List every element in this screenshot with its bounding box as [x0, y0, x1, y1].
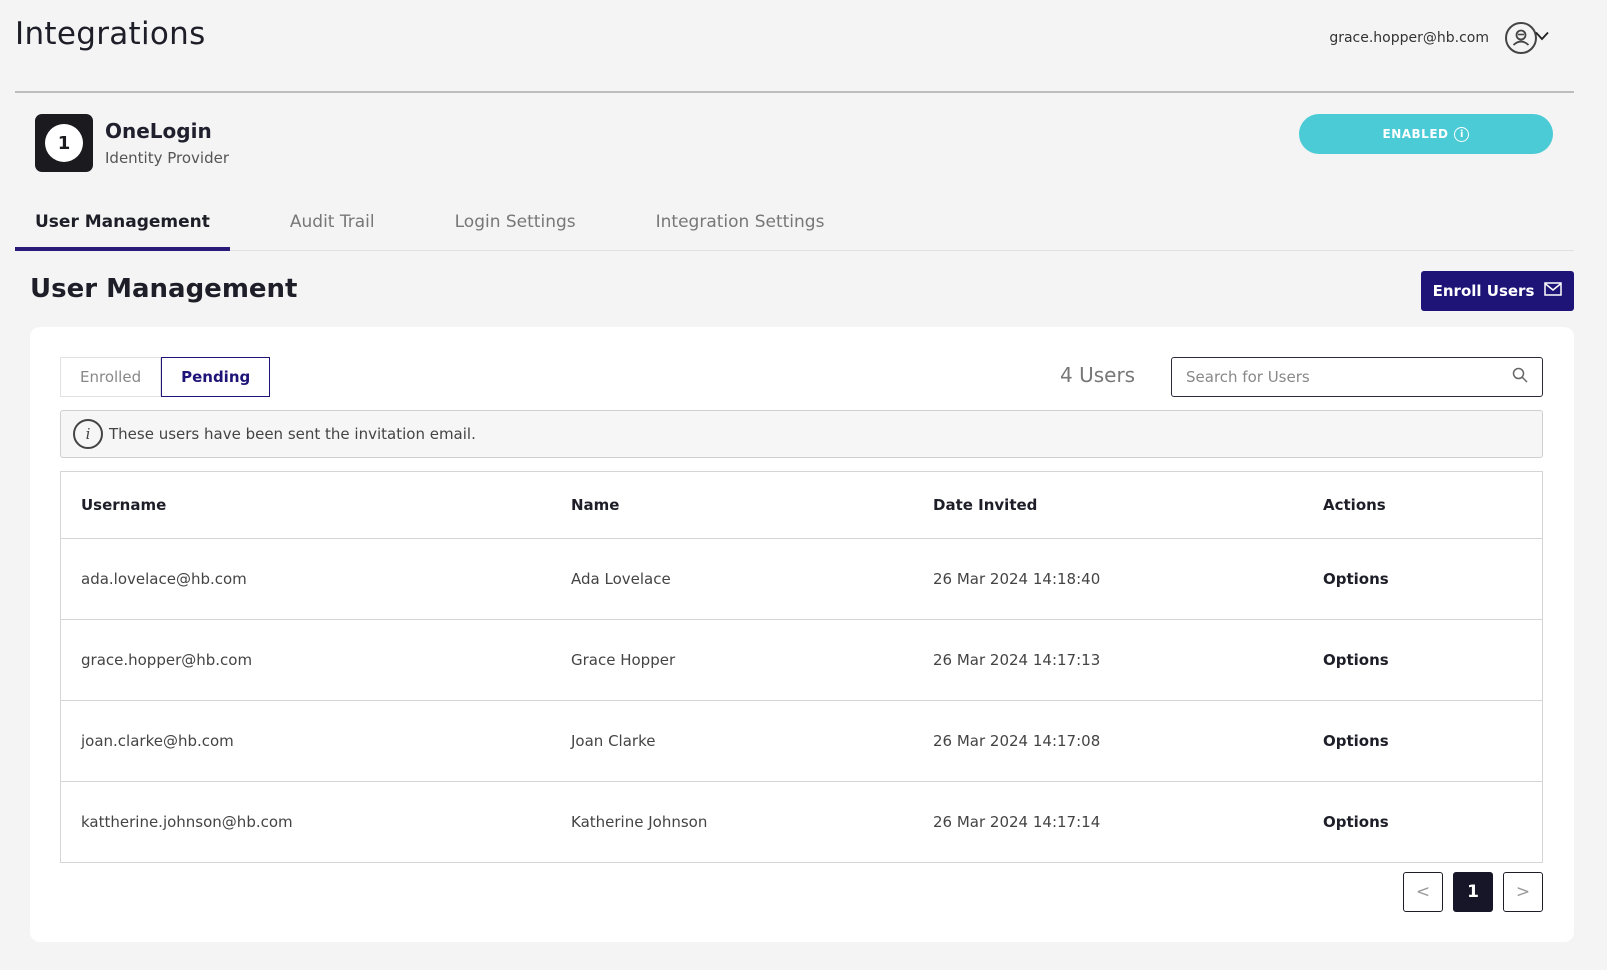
prev-page-button[interactable]: < — [1403, 872, 1443, 912]
info-notice: i These users have been sent the invitat… — [60, 410, 1543, 458]
info-icon: i — [73, 419, 103, 449]
column-name: Name — [551, 472, 913, 539]
cell-date: 26 Mar 2024 14:18:40 — [913, 538, 1303, 620]
cell-username: ada.lovelace@hb.com — [61, 538, 551, 620]
tab-bar: User Management Audit Trail Login Settin… — [15, 204, 1574, 251]
enroll-users-button[interactable]: Enroll Users — [1421, 271, 1574, 311]
cell-username: joan.clarke@hb.com — [61, 700, 551, 782]
notice-text: These users have been sent the invitatio… — [109, 425, 476, 443]
section-title: User Management — [30, 274, 298, 304]
chevron-down-icon[interactable] — [1535, 26, 1549, 45]
provider-header: 1 OneLogin Identity Provider — [35, 114, 229, 172]
users-card: Enrolled Pending 4 Users i These users h… — [30, 327, 1574, 942]
user-avatar-icon[interactable] — [1505, 22, 1537, 54]
user-email: grace.hopper@hb.com — [1329, 30, 1489, 46]
enroll-users-label: Enroll Users — [1432, 282, 1535, 300]
table-row: grace.hopper@hb.com Grace Hopper 26 Mar … — [61, 619, 1542, 701]
table-row: ada.lovelace@hb.com Ada Lovelace 26 Mar … — [61, 538, 1542, 620]
cell-date: 26 Mar 2024 14:17:13 — [913, 619, 1303, 701]
column-username: Username — [61, 472, 551, 539]
mail-icon — [1544, 282, 1563, 300]
column-date-invited: Date Invited — [913, 472, 1303, 539]
options-link[interactable]: Options — [1303, 700, 1542, 782]
header-divider — [15, 91, 1574, 93]
provider-name: OneLogin — [105, 119, 212, 143]
enabled-status-button[interactable]: ENABLED i — [1299, 114, 1553, 154]
tab-login-settings[interactable]: Login Settings — [435, 204, 596, 251]
cell-username: kattherine.johnson@hb.com — [81, 812, 293, 831]
search-box — [1171, 357, 1543, 397]
users-table: Username Name Date Invited Actions ada.l… — [60, 471, 1543, 863]
onelogin-logo-mark: 1 — [45, 124, 83, 162]
user-menu[interactable]: grace.hopper@hb.com — [1329, 22, 1537, 54]
search-input[interactable] — [1186, 368, 1512, 386]
cell-name: Grace Hopper — [551, 619, 913, 701]
cell-date: 26 Mar 2024 14:17:08 — [913, 700, 1303, 782]
tab-audit-trail[interactable]: Audit Trail — [270, 204, 395, 251]
cell-username: grace.hopper@hb.com — [61, 619, 551, 701]
cell-name: Ada Lovelace — [551, 538, 913, 620]
pagination: < 1 > — [1403, 872, 1543, 912]
next-page-button[interactable]: > — [1503, 872, 1543, 912]
options-link[interactable]: Options — [1303, 619, 1542, 701]
search-icon[interactable] — [1512, 367, 1528, 387]
cell-date: 26 Mar 2024 14:17:14 — [933, 812, 1101, 831]
user-count: 4 Users — [1060, 363, 1136, 387]
cell-name: Joan Clarke — [551, 700, 913, 782]
enabled-label: ENABLED — [1382, 127, 1449, 141]
tab-user-management[interactable]: User Management — [15, 204, 230, 251]
page-1-button[interactable]: 1 — [1453, 872, 1493, 912]
tab-integration-settings[interactable]: Integration Settings — [636, 204, 845, 251]
table-row: joan.clarke@hb.com Joan Clarke 26 Mar 20… — [61, 700, 1542, 782]
provider-type: Identity Provider — [105, 149, 230, 167]
options-link[interactable]: Options — [1303, 781, 1542, 862]
status-toggle: Enrolled Pending — [60, 357, 271, 397]
enrolled-toggle[interactable]: Enrolled — [60, 357, 162, 397]
page-title: Integrations — [15, 16, 206, 52]
cell-name: Katherine Johnson — [571, 812, 708, 831]
pending-toggle[interactable]: Pending — [161, 357, 271, 397]
options-link[interactable]: Options — [1303, 538, 1542, 620]
info-icon: i — [1454, 126, 1470, 142]
column-actions: Actions — [1303, 472, 1542, 539]
table-row: kattherine.johnson@hb.com Katherine John… — [61, 781, 1542, 862]
onelogin-logo: 1 — [35, 114, 93, 172]
table-header-row: Username Name Date Invited Actions — [61, 472, 1542, 539]
